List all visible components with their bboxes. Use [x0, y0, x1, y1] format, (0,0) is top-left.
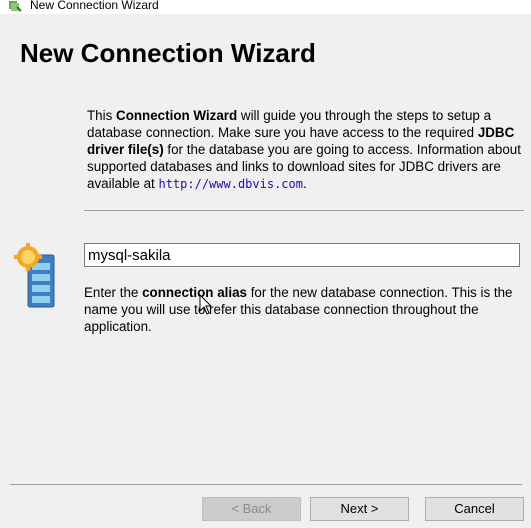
mouse-cursor-icon: [199, 294, 213, 315]
database-server-icon: [14, 243, 55, 308]
separator: [84, 210, 524, 211]
back-button[interactable]: < Back: [202, 497, 301, 521]
cancel-button[interactable]: Cancel: [425, 497, 524, 521]
intro-text: This Connection Wizard will guide you th…: [87, 108, 521, 191]
connection-alias-input[interactable]: [84, 243, 520, 267]
next-button[interactable]: Next >: [310, 497, 409, 521]
footer-separator: [10, 484, 522, 485]
title-bar: New Connection Wizard: [0, 0, 531, 14]
page-title: New Connection Wizard: [20, 38, 316, 68]
dbvis-logo-icon: [9, 1, 22, 12]
dbvis-link[interactable]: http://www.dbvis.com: [158, 177, 303, 191]
alias-description: Enter the connection alias for the new d…: [84, 285, 513, 334]
window-title: New Connection Wizard: [30, 0, 159, 12]
